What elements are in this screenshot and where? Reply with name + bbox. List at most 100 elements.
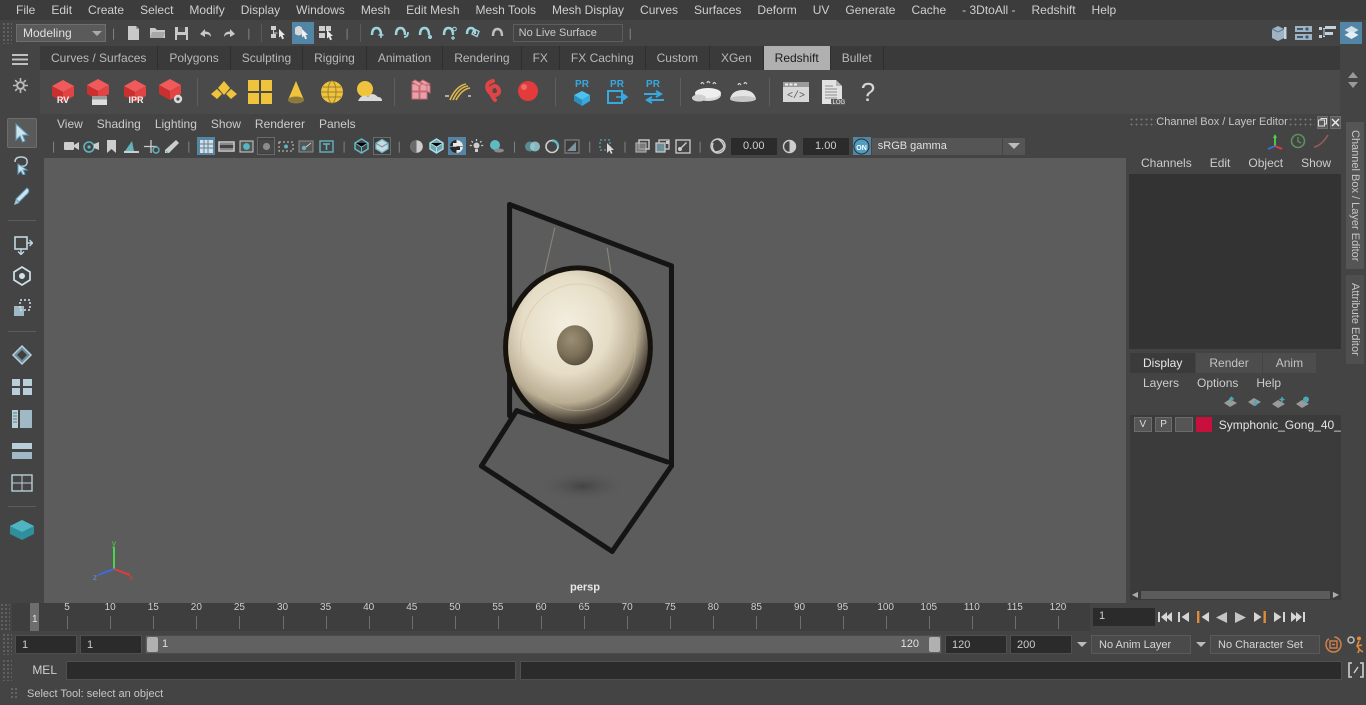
layer-tab-anim[interactable]: Anim <box>1262 352 1317 373</box>
viewport-toolbar-collapse-4[interactable]: ❘ <box>392 140 407 153</box>
play-backwards-icon[interactable] <box>1213 607 1230 627</box>
undo-icon[interactable] <box>194 22 216 44</box>
snap-to-projected-center-icon[interactable] <box>439 22 461 44</box>
select-camera-icon[interactable] <box>62 137 80 155</box>
shelf-menu-icon[interactable] <box>11 52 29 66</box>
redshift-bake-icon[interactable] <box>726 75 760 109</box>
current-time-indicator[interactable]: 1 <box>30 603 39 631</box>
wireframe-on-shaded-icon[interactable] <box>428 137 446 155</box>
shelf-scroll-up-icon[interactable] <box>1348 72 1358 78</box>
viewport-toolbar-collapse-5[interactable]: ❘ <box>507 140 522 153</box>
menu-item-curves[interactable]: Curves <box>632 0 686 20</box>
shadows-icon[interactable] <box>488 137 506 155</box>
redshift-curve-object-icon[interactable] <box>476 75 510 109</box>
shelf-scroll-down-icon[interactable] <box>1348 82 1358 88</box>
screen-space-ao-icon[interactable] <box>523 137 541 155</box>
menu-set-selector[interactable]: Modeling <box>16 24 106 42</box>
image-plane-icon[interactable] <box>122 137 140 155</box>
show-hide-tool-settings-icon[interactable] <box>1292 22 1314 44</box>
range-slider[interactable]: 1 120 <box>145 634 942 654</box>
snap-to-points-icon[interactable] <box>415 22 437 44</box>
status-section-collapse-4[interactable]: ❘ <box>623 27 638 40</box>
layer-menu-layers[interactable]: Layers <box>1134 376 1188 390</box>
viewport-menu-renderer[interactable]: Renderer <box>248 114 312 134</box>
redshift-help-icon[interactable]: ? <box>851 75 885 109</box>
side-tab-attribute-editor[interactable]: Attribute Editor <box>1346 275 1364 365</box>
live-surface-field[interactable]: No Live Surface <box>512 24 623 42</box>
grease-pencil-icon[interactable] <box>162 137 180 155</box>
redshift-script-editor-icon[interactable]: </> <box>779 75 813 109</box>
redshift-pr-swap-icon[interactable]: PR <box>637 75 671 109</box>
texture-display-icon[interactable] <box>447 137 466 155</box>
menu-item-select[interactable]: Select <box>132 0 181 20</box>
menu-item-create[interactable]: Create <box>80 0 132 20</box>
menu-item-deform[interactable]: Deform <box>749 0 804 20</box>
playback-start-field[interactable]: 1 <box>80 634 142 654</box>
status-section-collapse-3[interactable]: ❘ <box>339 27 354 40</box>
viewport-menu-lighting[interactable]: Lighting <box>148 114 204 134</box>
viewport-menu-shading[interactable]: Shading <box>90 114 148 134</box>
color-management-toggle[interactable]: ON <box>852 137 871 155</box>
layer-list[interactable]: V P Symphonic_Gong_40_i <box>1130 414 1341 589</box>
anim-layer-field[interactable]: No Anim Layer <box>1091 634 1191 654</box>
status-section-collapse-2[interactable]: ❘ <box>241 27 256 40</box>
color-profile-field[interactable]: sRGB gamma <box>871 137 1002 155</box>
snap-to-view-planes-icon[interactable] <box>463 22 485 44</box>
menu-item-mesh-tools[interactable]: Mesh Tools <box>468 0 544 20</box>
side-tab-channel-box[interactable]: Channel Box / Layer Editor <box>1346 122 1364 270</box>
shelf-tab-polygons[interactable]: Polygons <box>158 46 231 70</box>
redshift-settings-icon[interactable] <box>154 75 188 109</box>
viewport-toolbar-collapse-2[interactable]: ❘ <box>181 140 196 153</box>
persp-outliner-layout-icon[interactable] <box>7 404 37 434</box>
redshift-sun-sky-icon[interactable] <box>351 75 385 109</box>
grid-toggle-icon[interactable] <box>197 137 216 155</box>
quick-layout-icon[interactable] <box>7 468 37 498</box>
motion-blur-icon[interactable] <box>543 137 561 155</box>
manipulator-axis-icon[interactable] <box>1267 133 1284 150</box>
shelf-tab-fx-caching[interactable]: FX Caching <box>559 46 646 70</box>
command-input-field[interactable] <box>66 660 516 680</box>
curve-slope-icon[interactable] <box>1312 133 1330 149</box>
shelf-scroll-arrows[interactable] <box>1340 46 1366 114</box>
layer-name-label[interactable]: Symphonic_Gong_40_i <box>1215 418 1341 432</box>
shelf-tab-animation[interactable]: Animation <box>366 46 444 70</box>
shade-options-icon[interactable] <box>408 137 426 155</box>
layer-visibility-toggle[interactable]: V <box>1134 417 1152 432</box>
gate-mask-icon[interactable] <box>257 137 276 155</box>
move-tool-icon[interactable] <box>7 229 37 259</box>
menu-item-mesh[interactable]: Mesh <box>353 0 398 20</box>
maya-embedded-language-icon[interactable] <box>7 515 37 545</box>
shelf-tab-curves-surfaces[interactable]: Curves / Surfaces <box>40 46 159 70</box>
redshift-pr-export-icon[interactable]: PR <box>601 75 635 109</box>
exposure-toggle-icon[interactable] <box>277 137 295 155</box>
playback-end-field[interactable]: 120 <box>945 634 1007 654</box>
channel-box-menu-channels[interactable]: Channels <box>1132 156 1201 170</box>
range-handle-left[interactable] <box>147 636 158 652</box>
wireframe-shading-icon[interactable] <box>353 137 371 155</box>
step-back-key-icon[interactable] <box>1175 607 1192 627</box>
redshift-volume-icon[interactable] <box>404 75 438 109</box>
select-tool-icon[interactable] <box>7 118 37 148</box>
current-frame-field[interactable]: 1 <box>1093 608 1155 626</box>
color-profile-dropdown-icon[interactable] <box>1002 137 1025 155</box>
animation-end-field[interactable]: 200 <box>1010 634 1072 654</box>
scroll-thumb[interactable] <box>1141 590 1330 599</box>
command-language-label[interactable]: MEL <box>16 663 62 677</box>
animation-start-field[interactable]: 1 <box>15 634 77 654</box>
shelf-tab-sculpting[interactable]: Sculpting <box>230 46 304 70</box>
menu-item-edit-mesh[interactable]: Edit Mesh <box>398 0 467 20</box>
gamma-value-field[interactable]: 1.00 <box>802 137 849 155</box>
menu-item-windows[interactable]: Windows <box>288 0 353 20</box>
scroll-left-icon[interactable]: ◀ <box>1130 590 1140 599</box>
xray-joint-icon[interactable] <box>297 137 315 155</box>
move-layer-up-icon[interactable] <box>1223 396 1238 409</box>
clock-icon[interactable] <box>1290 133 1306 149</box>
use-all-lights-icon[interactable] <box>468 137 486 155</box>
layer-menu-help[interactable]: Help <box>1247 376 1290 390</box>
select-by-component-type-icon[interactable] <box>316 22 338 44</box>
script-editor-icon[interactable] <box>1346 660 1366 680</box>
step-forward-frame-icon[interactable] <box>1251 607 1268 627</box>
perspective-viewport[interactable]: persp y x z <box>44 158 1126 603</box>
shelf-tab-custom[interactable]: Custom <box>645 46 710 70</box>
redshift-log-file-icon[interactable]: .LOG <box>815 75 849 109</box>
